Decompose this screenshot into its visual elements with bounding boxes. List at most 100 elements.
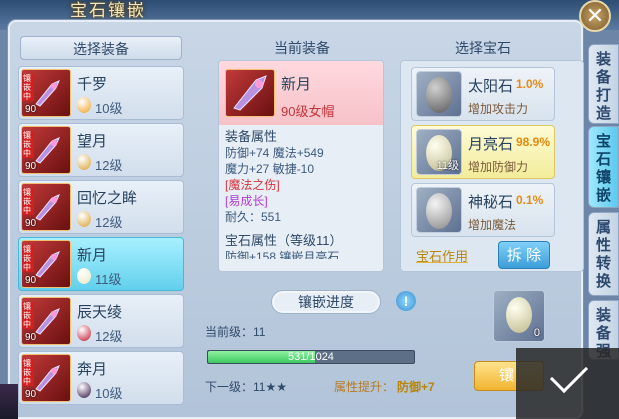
gem-level: 11级 — [436, 160, 459, 172]
inlay-progress-title: 镶嵌进度 — [272, 291, 380, 313]
equip-item[interactable]: 镶嵌中 90 辰天绫 12级 — [18, 294, 184, 348]
equip-level: 90 — [25, 332, 37, 343]
gem-rate: 98.9% — [516, 135, 551, 149]
equip-gem-level: 12级 — [95, 158, 123, 173]
tab-gem-inlay[interactable]: 宝石镶嵌 — [588, 126, 619, 208]
window-title: 宝石镶嵌 — [70, 1, 146, 21]
remove-gem-button[interactable]: 拆 除 — [498, 241, 550, 269]
equip-art-icon — [35, 137, 60, 164]
slot-count: 0 — [533, 327, 540, 339]
sun-stone-icon — [416, 71, 462, 117]
gem-attr-line-wrap: 防御+158 镶嵌月亮石 — [225, 249, 381, 259]
equip-icon: 镶嵌中 90 — [21, 240, 71, 288]
tab-label: 宝石镶嵌 — [596, 133, 612, 204]
equip-level: 90 — [25, 275, 37, 286]
inlay-ribbon: 镶嵌中 — [22, 359, 34, 386]
current-equip-card: 新月 90级女帽 装备属性 防御+74 魔法+549 魔力+27 敏捷-10 [… — [218, 60, 384, 272]
inlay-ribbon: 镶嵌中 — [22, 302, 34, 329]
inlay-ribbon: 镶嵌中 — [22, 131, 34, 158]
equip-art-icon — [35, 365, 60, 392]
equip-gem-level: 10级 — [95, 386, 123, 401]
equip-type: 90级女帽 — [281, 104, 335, 119]
equip-item[interactable]: 镶嵌中 90 奔月 10级 — [18, 351, 184, 405]
attr-line: 防御+74 魔法+549 — [225, 146, 324, 160]
equip-gem-level: 12级 — [95, 215, 123, 230]
equip-art-icon — [35, 308, 60, 335]
moon-stone-icon — [506, 297, 532, 333]
gem-name: 太阳石 — [468, 78, 514, 95]
mixed-gem-icon — [77, 154, 91, 170]
gem-desc: 增加攻击力 — [468, 102, 529, 116]
equip-item[interactable]: 镶嵌中 90 新月 11级 — [18, 237, 184, 291]
current-level: 当前级：11 — [205, 325, 266, 339]
tab-equip-forge[interactable]: 装备打造 — [588, 44, 619, 124]
check-icon — [549, 354, 589, 394]
attr-up-value: 防御+7 — [397, 380, 435, 394]
tab-label: 装备打造 — [596, 51, 612, 122]
gem-rate: 0.1% — [516, 193, 544, 207]
gem-rate: 1.0% — [516, 77, 544, 91]
hat-icon — [225, 69, 275, 117]
equip-icon: 镶嵌中 90 — [21, 297, 71, 345]
mystery-stone-icon — [416, 187, 462, 233]
equip-level: 90 — [25, 161, 37, 172]
gem-row-mystery[interactable]: 神秘石 0.1% 增加魔法 — [411, 183, 555, 237]
mixed-gem-icon — [77, 211, 91, 227]
inlay-ribbon: 镶嵌中 — [22, 74, 34, 101]
equip-gem-level: 11级 — [95, 272, 122, 287]
attr-title: 装备属性 — [225, 129, 278, 144]
confirm-overlay[interactable] — [516, 348, 619, 419]
gem-slot[interactable]: 0 — [493, 290, 545, 342]
equip-level: 90 — [25, 389, 37, 400]
progress-text: 531/1024 — [288, 351, 334, 363]
gem-desc: 增加防御力 — [468, 160, 529, 174]
gem-effect-link[interactable]: 宝石作用 — [416, 246, 468, 265]
special-skill: [魔法之伤] — [225, 178, 280, 192]
gem-row-moon[interactable]: 11级 月亮石 98.9% 增加防御力 — [411, 125, 555, 179]
gem-desc: 增加魔法 — [468, 218, 517, 232]
equip-level: 90 — [25, 104, 37, 115]
select-gem-header: 选择宝石 — [455, 40, 511, 56]
special-trait: [易成长] — [225, 194, 268, 208]
red-gem-icon — [77, 325, 91, 341]
equip-name: 千罗 — [77, 76, 108, 93]
equip-list-header: 选择装备 — [20, 36, 182, 60]
durability: 耐久：551 — [225, 210, 282, 224]
equip-name: 奔月 — [77, 361, 108, 378]
close-icon[interactable]: ✕ — [579, 0, 611, 32]
equip-item[interactable]: 镶嵌中 90 望月 12级 — [18, 123, 184, 177]
equip-attributes: 装备属性 防御+74 魔法+549 魔力+27 敏捷-10 [魔法之伤] [易成… — [225, 129, 381, 259]
inlay-ribbon: 镶嵌中 — [22, 245, 34, 272]
equip-icon: 镶嵌中 90 — [21, 126, 71, 174]
tab-label: 属性转换 — [596, 219, 612, 290]
equip-name: 回忆之眸 — [77, 190, 138, 207]
equip-name: 望月 — [77, 133, 108, 150]
next-level: 下一级：11★★ — [205, 380, 287, 394]
gem-attr-title: 宝石属性（等级11） — [225, 233, 343, 248]
equip-name: 辰天绫 — [77, 304, 123, 321]
equip-art-icon — [35, 80, 60, 107]
equip-art-icon — [35, 251, 60, 278]
equip-gem-level: 10级 — [95, 101, 123, 116]
moon-gem-icon — [77, 268, 91, 284]
tab-attr-convert[interactable]: 属性转换 — [588, 212, 619, 296]
equip-name: 新月 — [77, 247, 108, 264]
gem-stone-shape — [426, 193, 452, 229]
equip-item[interactable]: 镶嵌中 90 回忆之眸 12级 — [18, 180, 184, 234]
gem-stone-shape — [426, 77, 452, 113]
info-icon[interactable]: ! — [396, 291, 416, 311]
inlay-ribbon: 镶嵌中 — [22, 188, 34, 215]
equip-gem-level: 12级 — [95, 329, 123, 344]
moon-stone-icon: 11级 — [416, 129, 462, 175]
equip-icon: 镶嵌中 90 — [21, 354, 71, 402]
equip-art-icon — [35, 194, 60, 221]
dark-gem-icon — [77, 382, 91, 398]
gem-attr-line: 防御+158 镶嵌月亮石 — [225, 250, 340, 259]
equip-item[interactable]: 镶嵌中 90 千罗 10级 — [18, 66, 184, 120]
equip-name: 新月 — [281, 76, 312, 93]
attr-line: 魔力+27 敏捷-10 — [225, 162, 315, 176]
gem-row-sun[interactable]: 太阳石 1.0% 增加攻击力 — [411, 67, 555, 121]
equip-icon: 镶嵌中 90 — [21, 183, 71, 231]
attr-up-label: 属性提升： — [334, 380, 395, 394]
equip-summary: 新月 90级女帽 — [219, 61, 383, 125]
